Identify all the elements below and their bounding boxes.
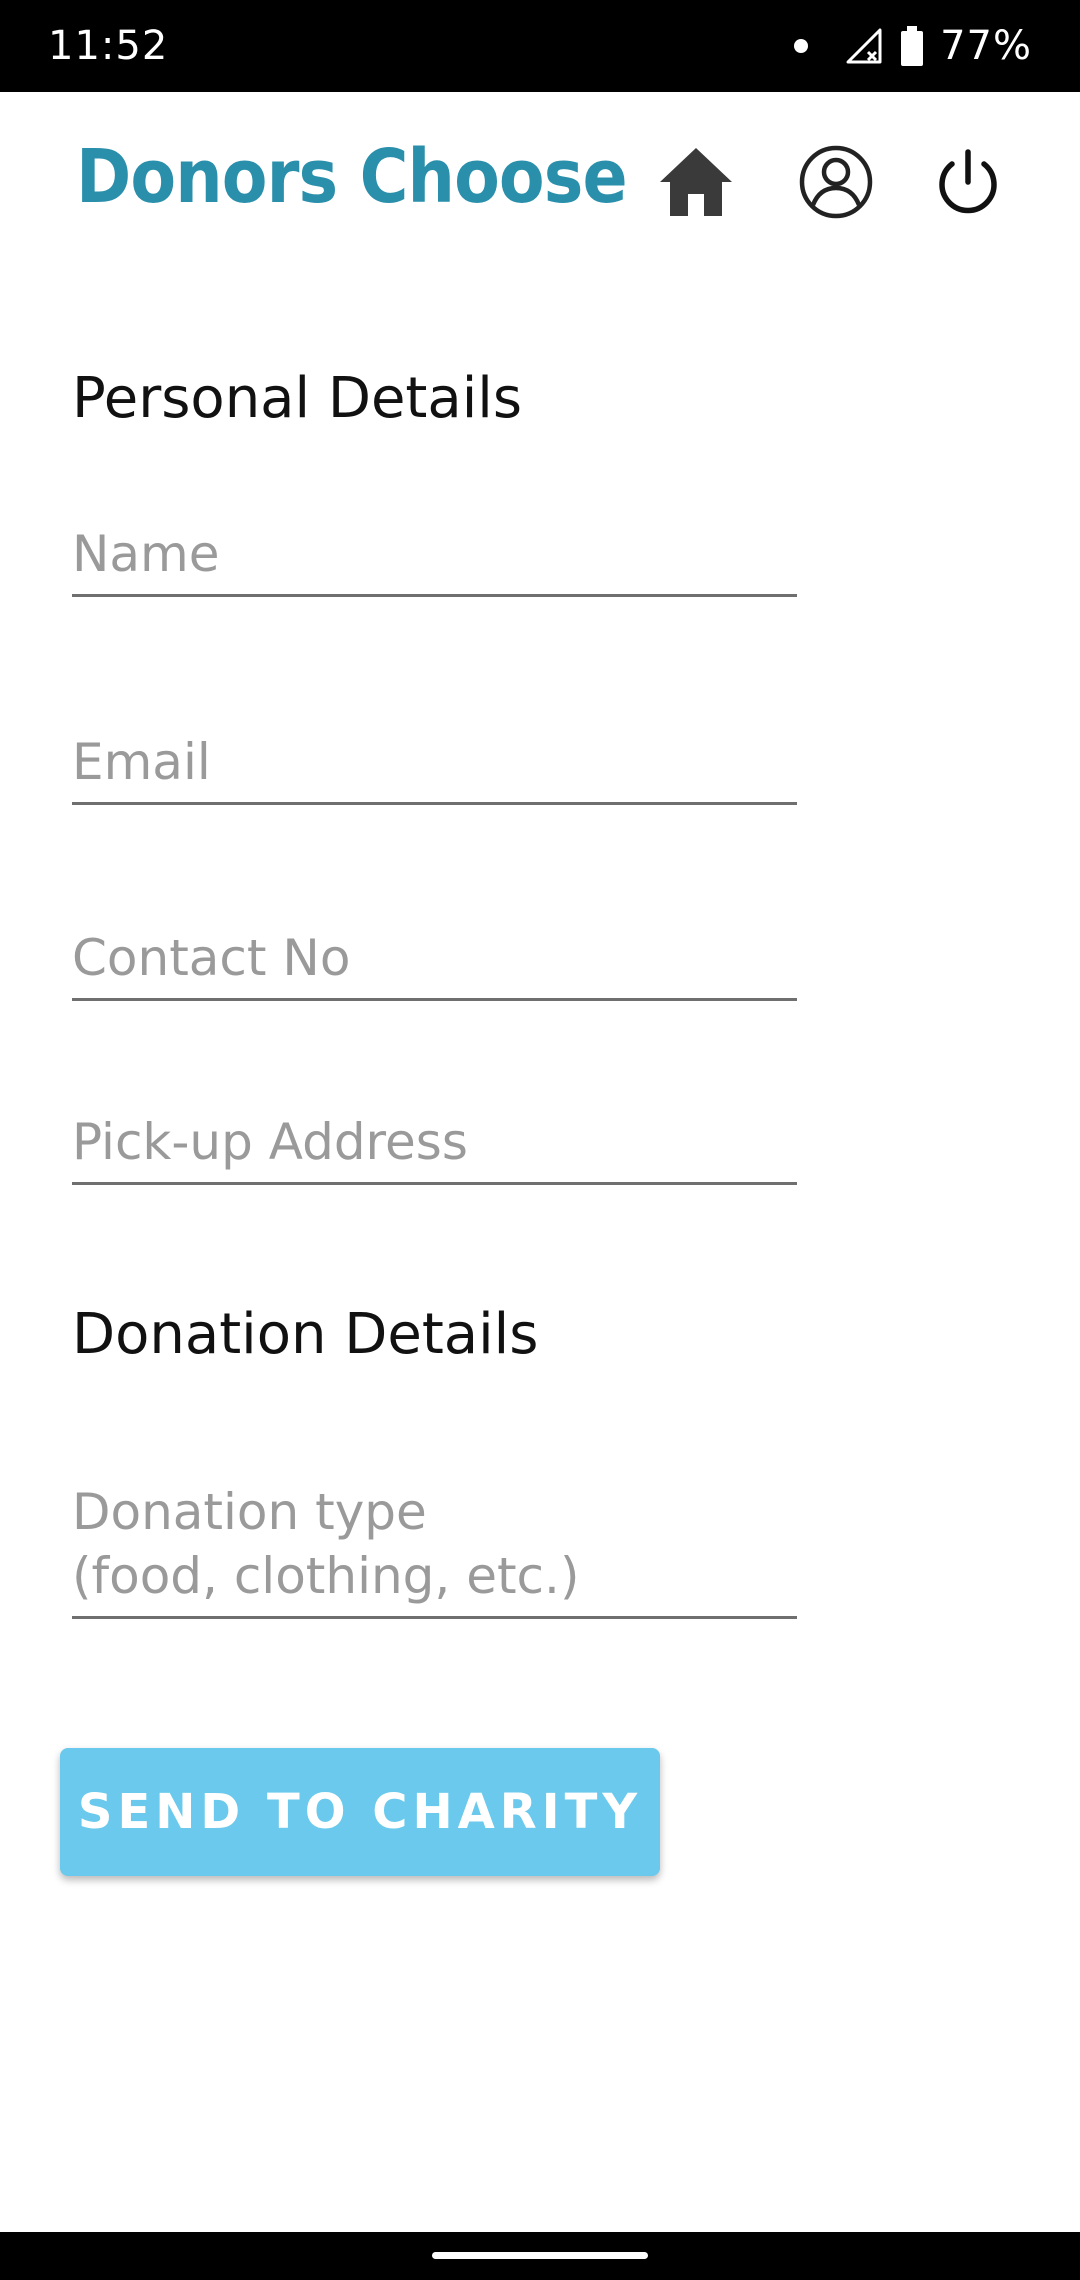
send-to-charity-button[interactable]: SEND TO CHARITY xyxy=(60,1748,660,1876)
battery-percent: 77% xyxy=(940,23,1032,69)
status-bar: 11:52 77% xyxy=(0,0,1080,92)
email-input[interactable] xyxy=(72,730,797,805)
home-icon xyxy=(660,148,732,216)
home-button[interactable] xyxy=(656,142,736,222)
profile-icon xyxy=(799,145,873,219)
logout-button[interactable] xyxy=(928,142,1008,222)
contact-no-input[interactable] xyxy=(72,926,797,1001)
pickup-address-input[interactable] xyxy=(72,1110,797,1185)
profile-button[interactable] xyxy=(796,142,876,222)
status-icons: 77% xyxy=(794,0,1032,92)
app-title: Donors Choose xyxy=(76,134,628,220)
navigation-bar xyxy=(0,2232,1080,2280)
app-header: Donors Choose xyxy=(0,92,1080,272)
signal-no-data-icon xyxy=(846,28,882,64)
gesture-handle[interactable] xyxy=(432,2252,648,2259)
status-time: 11:52 xyxy=(48,23,169,69)
power-icon xyxy=(939,149,997,214)
donation-type-input[interactable] xyxy=(72,1480,797,1619)
donation-details-heading: Donation Details xyxy=(72,1302,539,1367)
name-input[interactable] xyxy=(72,522,797,597)
battery-icon xyxy=(901,26,924,66)
notification-dot-icon xyxy=(794,39,809,53)
personal-details-heading: Personal Details xyxy=(72,366,522,431)
